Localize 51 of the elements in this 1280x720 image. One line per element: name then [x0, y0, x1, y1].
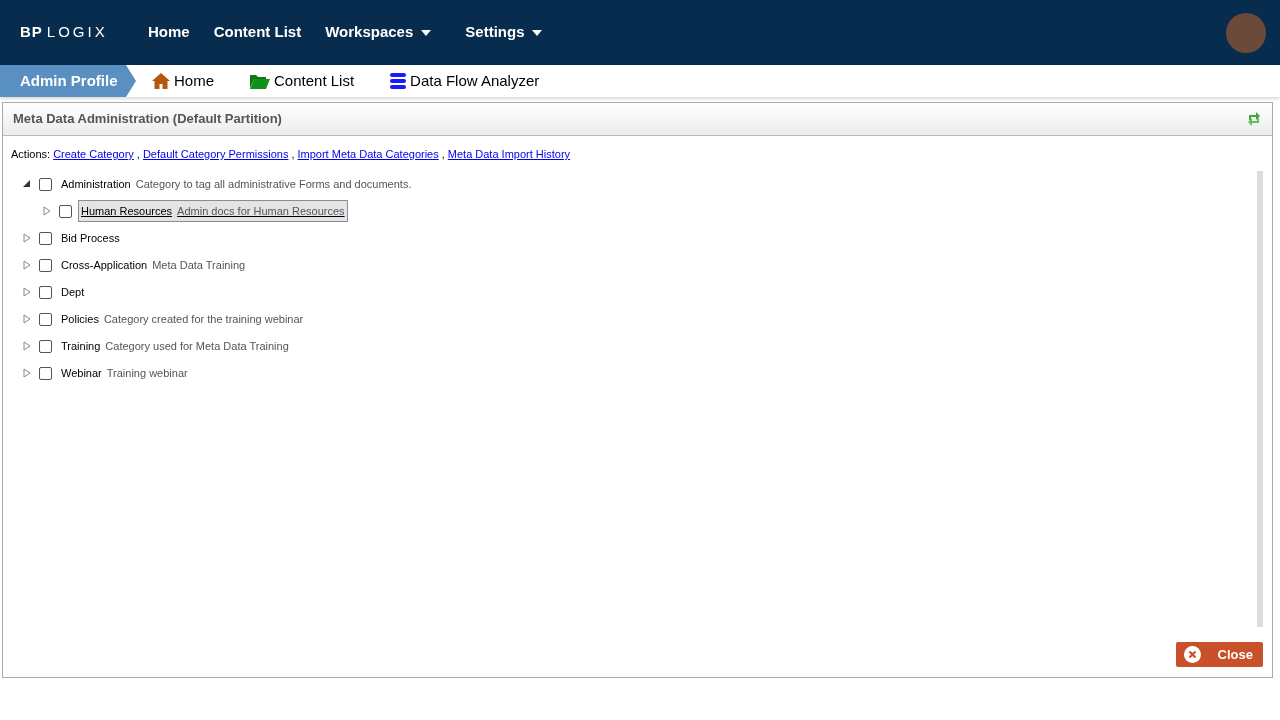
- separator-comma: ,: [441, 147, 445, 162]
- checkbox[interactable]: [39, 366, 52, 380]
- caret-icon: [421, 29, 432, 36]
- expand-toggle[interactable]: [23, 260, 33, 270]
- close-button[interactable]: Close: [1176, 642, 1263, 667]
- checkbox[interactable]: [39, 339, 52, 353]
- breadcrumb-link[interactable]: Content List: [250, 69, 355, 93]
- checkbox[interactable]: [59, 204, 72, 218]
- tree-item[interactable]: Cross-Application Meta Data Training: [58, 253, 249, 277]
- folder-icon: [250, 73, 270, 89]
- expand-toggle[interactable]: [43, 206, 53, 216]
- collapse-toggle[interactable]: [23, 180, 33, 188]
- checkbox[interactable]: [39, 285, 52, 299]
- tree-item[interactable]: Administration Category to tag all administrative Forms and documents.: [58, 172, 415, 196]
- close-icon: [1184, 646, 1201, 663]
- checkbox[interactable]: [39, 312, 52, 326]
- tree-item[interactable]: Training Category used for Meta Data Training: [58, 334, 292, 358]
- nav-link[interactable]: Content List: [213, 21, 302, 44]
- action-link[interactable]: Default Category Permissions: [142, 146, 289, 163]
- checkbox[interactable]: [39, 258, 52, 272]
- action-link[interactable]: Create Category: [53, 146, 134, 163]
- scrollbar[interactable]: [1257, 170, 1263, 627]
- action-link[interactable]: Meta Data Import History: [447, 146, 571, 163]
- nav-link[interactable]: Workspaces: [325, 21, 432, 44]
- nav-link[interactable]: Settings: [465, 21, 543, 44]
- checkbox[interactable]: [39, 177, 52, 191]
- action-link[interactable]: Import Meta Data Categories: [297, 146, 439, 163]
- expand-toggle[interactable]: [23, 233, 33, 243]
- house-icon: [152, 73, 170, 89]
- nav-link[interactable]: Home: [148, 21, 190, 44]
- panel-title: Meta Data Administration (Default Partition): [13, 110, 282, 129]
- expand-toggle[interactable]: [23, 287, 33, 297]
- expand-toggle[interactable]: [23, 368, 33, 378]
- separator-comma: ,: [136, 147, 140, 162]
- caret-icon: [532, 29, 543, 36]
- separator-comma: ,: [291, 147, 295, 162]
- breadcrumb-link[interactable]: Home: [152, 69, 214, 93]
- tree-item[interactable]: Dept: [58, 280, 88, 304]
- checkbox[interactable]: [39, 231, 52, 245]
- breadcrumb-link[interactable]: Data Flow Analyzer: [390, 69, 540, 93]
- tree-item[interactable]: Webinar Training webinar: [58, 361, 191, 385]
- refresh-icon[interactable]: [1246, 111, 1262, 127]
- tree-item[interactable]: Human Resources Admin docs for Human Resources: [78, 199, 348, 223]
- actions-label: Actions:: [11, 147, 51, 162]
- tree-item[interactable]: Policies Category created for the training webinar: [58, 307, 307, 331]
- database-icon: [390, 73, 407, 89]
- expand-toggle[interactable]: [23, 341, 33, 351]
- expand-toggle[interactable]: [23, 314, 33, 324]
- tree-item[interactable]: Bid Process: [58, 226, 123, 250]
- avatar[interactable]: [1226, 12, 1266, 53]
- logo: BP LOGIX: [20, 22, 109, 43]
